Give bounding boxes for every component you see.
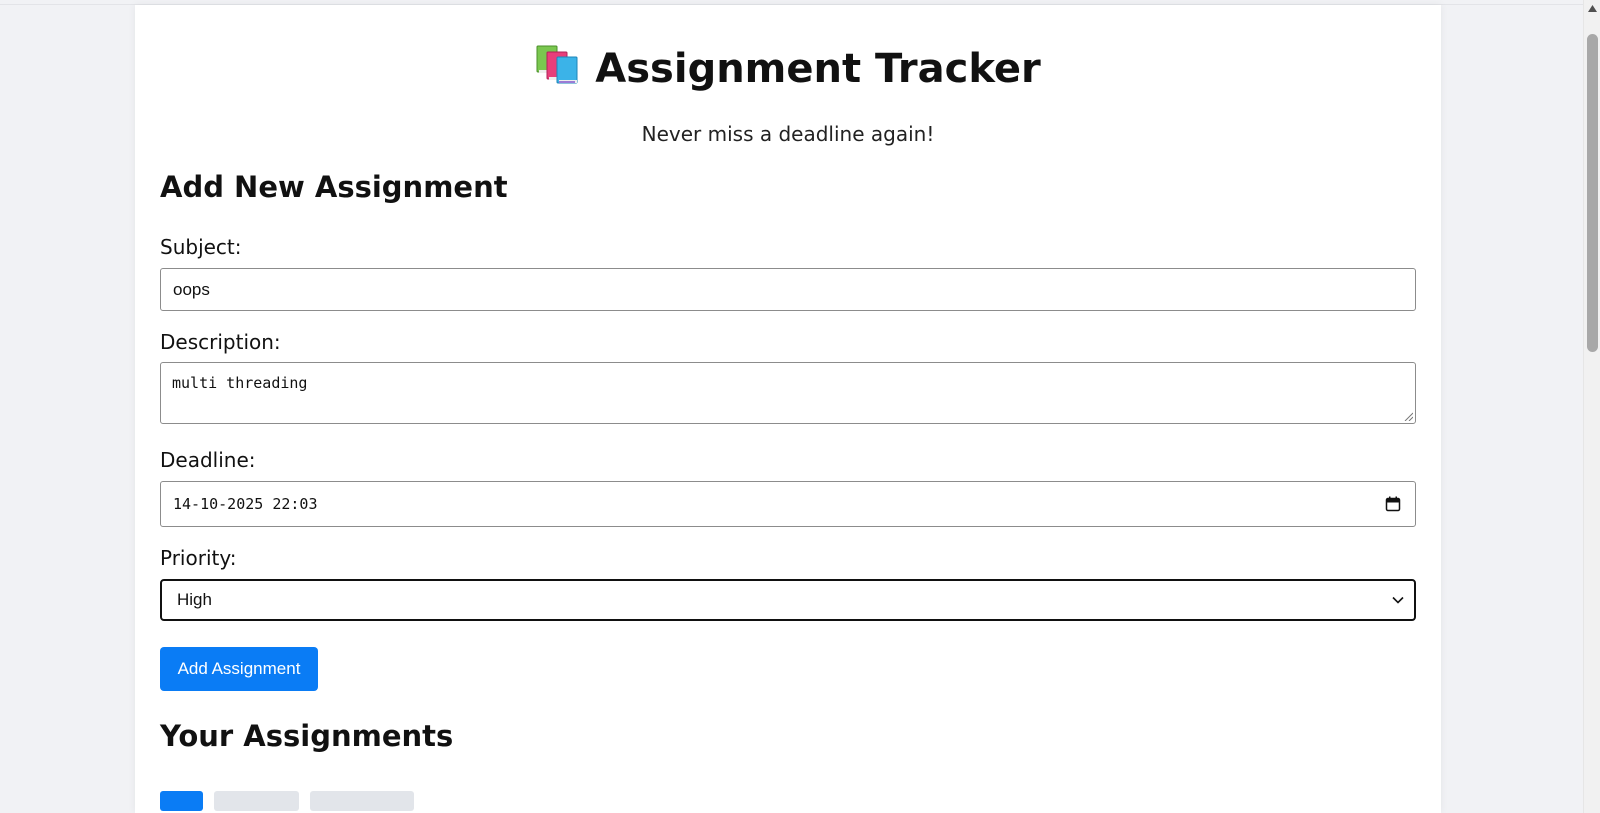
subject-input[interactable]: oops	[160, 268, 1416, 311]
filter-button[interactable]	[214, 791, 299, 811]
deadline-value: 14-10-2025 22:03	[173, 495, 318, 513]
vertical-scrollbar[interactable]	[1583, 0, 1600, 813]
page-subtitle: Never miss a deadline again!	[641, 122, 935, 146]
scrollbar-thumb[interactable]	[1587, 34, 1598, 352]
scroll-up-arrow-icon[interactable]	[1588, 5, 1597, 12]
priority-label: Priority:	[160, 546, 237, 570]
add-assignment-button[interactable]: Add Assignment	[160, 647, 318, 691]
subject-label: Subject:	[160, 235, 242, 259]
page-header: Assignment Tracker	[135, 43, 1441, 95]
calendar-icon[interactable]	[1385, 496, 1401, 512]
deadline-input[interactable]: 14-10-2025 22:03	[160, 481, 1416, 527]
resize-grip-icon[interactable]	[1403, 411, 1413, 421]
page-title: Assignment Tracker	[595, 46, 1041, 92]
chevron-down-icon	[1392, 596, 1404, 604]
app-container: Assignment Tracker Never miss a deadline…	[135, 5, 1441, 813]
your-assignments-heading: Your Assignments	[160, 719, 454, 753]
description-textarea[interactable]: multi threading	[160, 362, 1416, 424]
description-value: multi threading	[172, 374, 308, 392]
subject-value: oops	[173, 279, 210, 299]
priority-value: High	[177, 590, 212, 609]
add-assignment-heading: Add New Assignment	[160, 170, 508, 204]
filter-button[interactable]	[310, 791, 414, 811]
filter-button-active[interactable]	[160, 791, 203, 811]
description-label: Description:	[160, 330, 281, 354]
books-icon	[535, 43, 581, 95]
deadline-label: Deadline:	[160, 448, 256, 472]
priority-select[interactable]: High	[160, 579, 1416, 621]
